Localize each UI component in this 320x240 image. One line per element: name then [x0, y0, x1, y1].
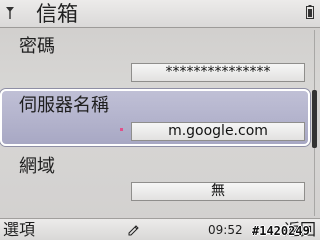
- options-softkey[interactable]: 選項: [3, 220, 35, 240]
- domain-field[interactable]: 無: [131, 182, 305, 201]
- title-bar: 信箱: [0, 0, 320, 28]
- field-label: 伺服器名稱: [19, 95, 109, 116]
- phone-screen: 信箱 密碼 *************** 伺服器名稱 m.google.com…: [0, 0, 320, 240]
- watermark: #1420249: [252, 224, 310, 238]
- scrollbar[interactable]: [312, 30, 317, 216]
- page-title: 信箱: [36, 2, 78, 26]
- list-item-server-name[interactable]: 伺服器名稱 m.google.com: [0, 89, 310, 146]
- password-field[interactable]: ***************: [131, 63, 305, 82]
- server-name-field[interactable]: m.google.com: [131, 122, 305, 141]
- scroll-thumb[interactable]: [312, 90, 317, 148]
- list-item-domain[interactable]: 網域 無: [0, 148, 310, 214]
- edit-pencil-icon[interactable]: [128, 224, 140, 236]
- text-cursor: [120, 128, 123, 131]
- clock: 09:52: [208, 223, 243, 237]
- settings-list: 密碼 *************** 伺服器名稱 m.google.com 網域…: [0, 28, 310, 218]
- field-label: 密碼: [19, 36, 55, 57]
- battery-icon: [306, 5, 314, 19]
- list-item-password[interactable]: 密碼 ***************: [0, 30, 310, 88]
- signal-antenna-icon: [6, 7, 14, 19]
- field-label: 網域: [19, 156, 55, 177]
